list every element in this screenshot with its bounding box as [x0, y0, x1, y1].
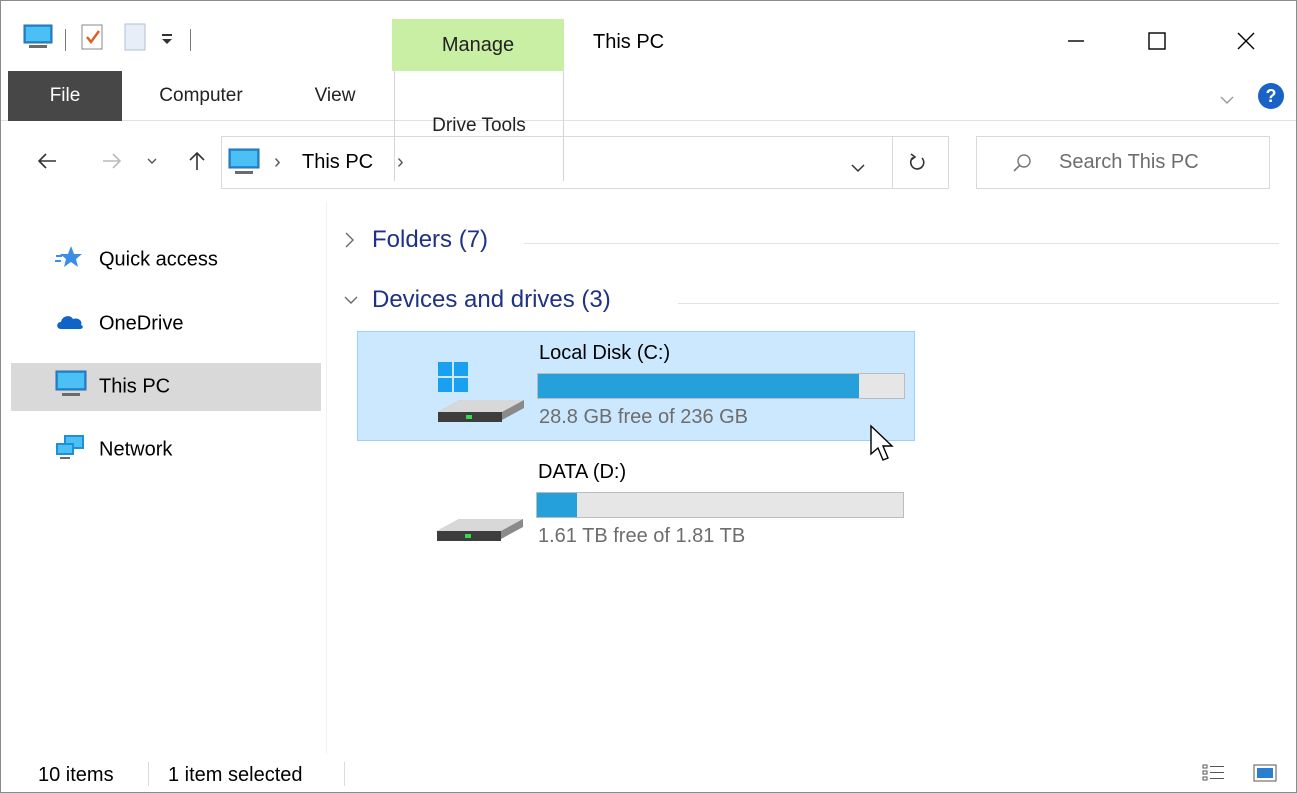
chevron-down-icon [851, 164, 865, 173]
help-icon: ? [1258, 83, 1284, 109]
refresh-button[interactable] [907, 151, 927, 179]
new-folder-icon[interactable] [124, 23, 146, 57]
sidebar-item-onedrive[interactable]: OneDrive [11, 300, 321, 348]
maximize-button[interactable] [1134, 21, 1180, 61]
explorer-window: Manage This PC File Computer View Drive … [0, 0, 1297, 793]
close-button[interactable] [1223, 21, 1269, 61]
group-header-devices-and-drives[interactable]: Devices and drives (3) [328, 286, 1283, 320]
forward-button[interactable] [99, 145, 125, 177]
drive-free-space: 28.8 GB free of 236 GB [539, 406, 749, 428]
network-icon [55, 434, 85, 466]
mouse-cursor-icon [869, 424, 895, 470]
address-bar[interactable]: › This PC › [221, 136, 949, 189]
drive-usage-fill [538, 374, 860, 398]
group-header-folders[interactable]: Folders (7) [328, 226, 1283, 260]
customize-qat-icon[interactable] [160, 29, 174, 52]
breadcrumb[interactable]: This PC [302, 151, 373, 174]
drive-name: Local Disk (C:) [539, 342, 671, 364]
selection-count: 1 item selected [168, 764, 303, 786]
computer-icon[interactable] [23, 24, 53, 56]
content-pane: Folders (7) Devices and drives (3) Local… [328, 201, 1296, 754]
search-input[interactable]: Search This PC [1059, 151, 1199, 174]
cloud-icon [55, 311, 85, 337]
expand-ribbon-button[interactable] [1219, 89, 1235, 112]
help-button[interactable]: ? [1257, 82, 1285, 116]
quick-access-toolbar [23, 23, 205, 57]
navigation-pane: Quick access OneDrive This PC Network [1, 201, 327, 754]
star-icon [55, 245, 83, 275]
minimize-icon [1068, 40, 1084, 42]
window-title: This PC [593, 31, 665, 53]
back-button[interactable] [34, 145, 60, 177]
drive-name: DATA (D:) [538, 461, 627, 483]
drive-icon [437, 489, 525, 555]
ribbon: File Computer View Drive Tools ? [1, 71, 1296, 181]
manage-tab: Manage [392, 19, 564, 71]
details-view-button[interactable] [1202, 763, 1226, 783]
windows-drive-icon [438, 360, 526, 436]
status-bar: 10 items 1 item selected [1, 754, 1296, 792]
details-view-icon [1202, 764, 1224, 781]
computer-icon [55, 370, 87, 404]
drive-free-space: 1.61 TB free of 1.81 TB [538, 525, 746, 547]
maximize-icon [1148, 32, 1166, 50]
drive-usage-bar [537, 373, 905, 399]
properties-icon[interactable] [80, 23, 106, 57]
sidebar-item-quick-access[interactable]: Quick access [11, 236, 321, 284]
title-bar: Manage This PC [1, 1, 1296, 71]
tab-computer[interactable]: Computer [136, 71, 266, 121]
refresh-icon [909, 153, 925, 170]
arrow-left-icon [37, 153, 56, 169]
address-history-button[interactable] [850, 157, 866, 180]
chevron-down-icon [147, 158, 157, 164]
recent-locations-button[interactable] [144, 145, 160, 177]
svg-text:?: ? [1266, 86, 1277, 106]
drive-item-c[interactable]: Local Disk (C:) 28.8 GB free of 236 GB [357, 331, 915, 441]
chevron-down-icon [342, 290, 360, 316]
drive-usage-bar [536, 492, 904, 518]
sidebar-item-this-pc[interactable]: This PC [11, 363, 321, 411]
tab-view[interactable]: View [297, 71, 373, 121]
arrow-up-icon [189, 151, 205, 170]
search-icon [1011, 152, 1033, 180]
minimize-button[interactable] [1053, 21, 1099, 61]
large-icons-view-button[interactable] [1253, 763, 1277, 783]
large-icons-view-icon [1253, 764, 1277, 782]
sidebar-item-network[interactable]: Network [11, 426, 321, 474]
up-button[interactable] [185, 145, 209, 177]
item-count: 10 items [38, 764, 114, 786]
navigation-bar: › This PC › Search This PC [1, 121, 1296, 201]
chevron-right-icon [342, 230, 356, 256]
breadcrumb-separator-icon: › [274, 151, 281, 173]
breadcrumb-separator-icon[interactable]: › [397, 151, 404, 174]
computer-icon [228, 148, 260, 182]
search-box[interactable]: Search This PC [976, 136, 1270, 189]
chevron-down-icon [1220, 96, 1234, 104]
arrow-right-icon [103, 153, 122, 169]
tab-file[interactable]: File [8, 71, 122, 121]
close-icon [1237, 32, 1255, 50]
drive-usage-fill [537, 493, 578, 517]
drive-item-d[interactable]: DATA (D:) 1.61 TB free of 1.81 TB [357, 451, 915, 561]
